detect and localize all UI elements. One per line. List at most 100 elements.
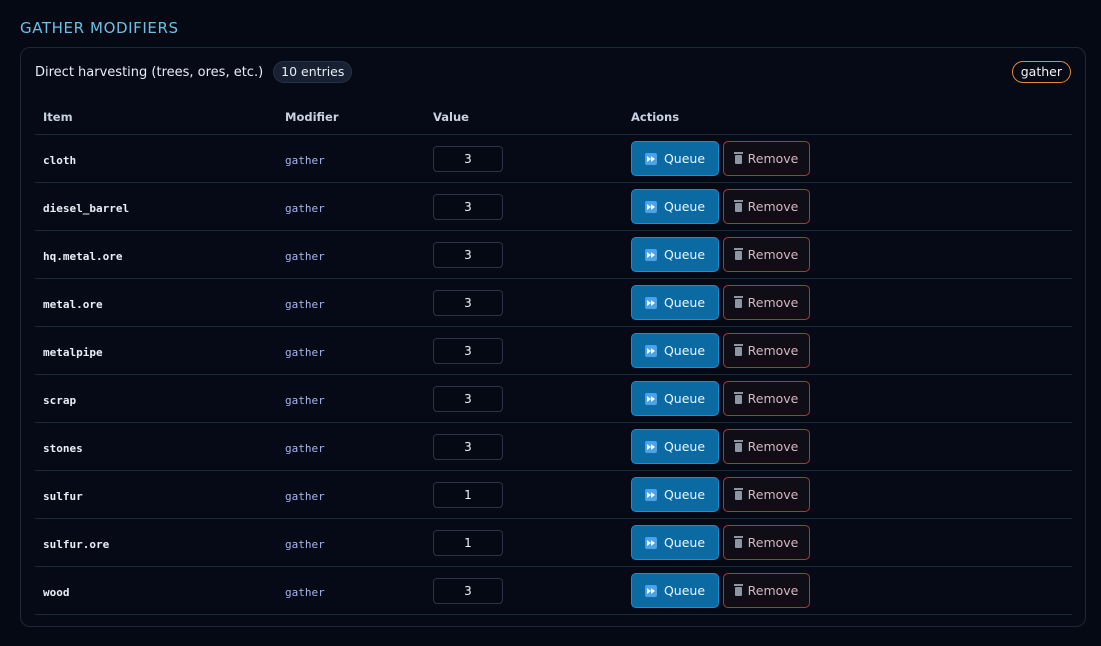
remove-label: Remove <box>747 487 799 502</box>
fast-forward-icon <box>644 296 657 309</box>
trash-icon <box>733 248 743 260</box>
value-input[interactable] <box>433 145 503 172</box>
entries-count-badge: 10 entries <box>273 61 353 83</box>
remove-button[interactable]: Remove <box>723 285 810 320</box>
item-name: stones <box>43 442 83 455</box>
table-row: sulfur gather Queue Remove <box>35 470 1072 519</box>
item-name: cloth <box>43 154 77 167</box>
table-row: sulfur.ore gather Queue Remove <box>35 518 1072 567</box>
modifier-name: gather <box>285 394 325 407</box>
remove-label: Remove <box>747 439 799 454</box>
fast-forward-icon <box>644 200 657 213</box>
gather-modifiers-panel: Direct harvesting (trees, ores, etc.) 10… <box>20 47 1086 627</box>
item-name: diesel_barrel <box>43 202 130 215</box>
remove-label: Remove <box>747 391 799 406</box>
queue-label: Queue <box>663 151 706 166</box>
table-row: hq.metal.ore gather Queue Remove <box>35 230 1072 279</box>
queue-label: Queue <box>663 487 706 502</box>
item-name: sulfur <box>43 490 83 503</box>
value-input[interactable] <box>433 433 503 460</box>
table-row: scrap gather Queue Remove <box>35 374 1072 423</box>
trash-icon <box>733 488 743 500</box>
fast-forward-icon <box>644 152 657 165</box>
modifier-name: gather <box>285 202 325 215</box>
value-input[interactable] <box>433 289 503 316</box>
queue-button[interactable]: Queue <box>631 141 719 176</box>
queue-label: Queue <box>663 247 706 262</box>
remove-label: Remove <box>747 583 799 598</box>
remove-button[interactable]: Remove <box>723 333 810 368</box>
value-input[interactable] <box>433 577 503 604</box>
queue-button[interactable]: Queue <box>631 333 719 368</box>
queue-label: Queue <box>663 343 706 358</box>
modifier-name: gather <box>285 490 325 503</box>
header-value: Value <box>425 110 623 135</box>
value-input[interactable] <box>433 529 503 556</box>
table-row: diesel_barrel gather Queue Remove <box>35 182 1072 231</box>
remove-label: Remove <box>747 295 799 310</box>
item-name: metal.ore <box>43 298 103 311</box>
table-header-row: Item Modifier Value Actions <box>35 110 1072 135</box>
panel-description: Direct harvesting (trees, ores, etc.) <box>35 64 264 80</box>
queue-button[interactable]: Queue <box>631 381 719 416</box>
fast-forward-icon <box>644 248 657 261</box>
table-body: clothgatherQueueRemovediesel_barrelgathe… <box>35 134 1072 615</box>
queue-button[interactable]: Queue <box>631 573 719 608</box>
queue-button[interactable]: Queue <box>631 237 719 272</box>
modifier-name: gather <box>285 154 325 167</box>
value-input[interactable] <box>433 481 503 508</box>
queue-label: Queue <box>663 439 706 454</box>
remove-label: Remove <box>747 199 799 214</box>
remove-button[interactable]: Remove <box>723 189 810 224</box>
trash-icon <box>733 152 743 164</box>
modifier-name: gather <box>285 538 325 551</box>
modifier-name: gather <box>285 586 325 599</box>
value-input[interactable] <box>433 337 503 364</box>
remove-label: Remove <box>747 535 799 550</box>
queue-button[interactable]: Queue <box>631 477 719 512</box>
modifiers-table: Item Modifier Value Actions cloth gather Q… <box>35 110 1072 615</box>
remove-button[interactable]: Remove <box>723 429 810 464</box>
queue-button[interactable]: Queue <box>631 525 719 560</box>
modifier-name: gather <box>285 298 325 311</box>
modifier-tag: gather <box>1011 61 1071 83</box>
fast-forward-icon <box>644 584 657 597</box>
fast-forward-icon <box>644 392 657 405</box>
table-row: cloth gather Queue Remove <box>35 134 1072 183</box>
remove-button[interactable]: Remove <box>723 141 810 176</box>
fast-forward-icon <box>644 488 657 501</box>
queue-label: Queue <box>663 583 706 598</box>
queue-label: Queue <box>663 199 706 214</box>
trash-icon <box>733 584 743 596</box>
remove-button[interactable]: Remove <box>723 525 810 560</box>
trash-icon <box>733 200 743 212</box>
trash-icon <box>733 440 743 452</box>
remove-button[interactable]: Remove <box>723 477 810 512</box>
section-title: GATHER MODIFIERS <box>20 19 179 37</box>
modifier-name: gather <box>285 442 325 455</box>
table-row: metal.ore gather Queue Remove <box>35 278 1072 327</box>
value-input[interactable] <box>433 385 503 412</box>
item-name: hq.metal.ore <box>43 250 123 263</box>
trash-icon <box>733 392 743 404</box>
fast-forward-icon <box>644 344 657 357</box>
remove-button[interactable]: Remove <box>723 381 810 416</box>
modifier-name: gather <box>285 346 325 359</box>
item-name: wood <box>43 586 70 599</box>
value-input[interactable] <box>433 193 503 220</box>
table-row: metalpipe gather Queue Remove <box>35 326 1072 375</box>
queue-button[interactable]: Queue <box>631 189 719 224</box>
remove-label: Remove <box>747 247 799 262</box>
remove-button[interactable]: Remove <box>723 237 810 272</box>
table-row: wood gather Queue Remove <box>35 566 1072 615</box>
remove-button[interactable]: Remove <box>723 573 810 608</box>
header-actions: Actions <box>623 110 1072 135</box>
fast-forward-icon <box>644 536 657 549</box>
item-name: scrap <box>43 394 77 407</box>
header-modifier: Modifier <box>277 110 425 135</box>
queue-button[interactable]: Queue <box>631 429 719 464</box>
trash-icon <box>733 296 743 308</box>
panel-header: Direct harvesting (trees, ores, etc.) 10… <box>35 60 1071 84</box>
value-input[interactable] <box>433 241 503 268</box>
queue-button[interactable]: Queue <box>631 285 719 320</box>
